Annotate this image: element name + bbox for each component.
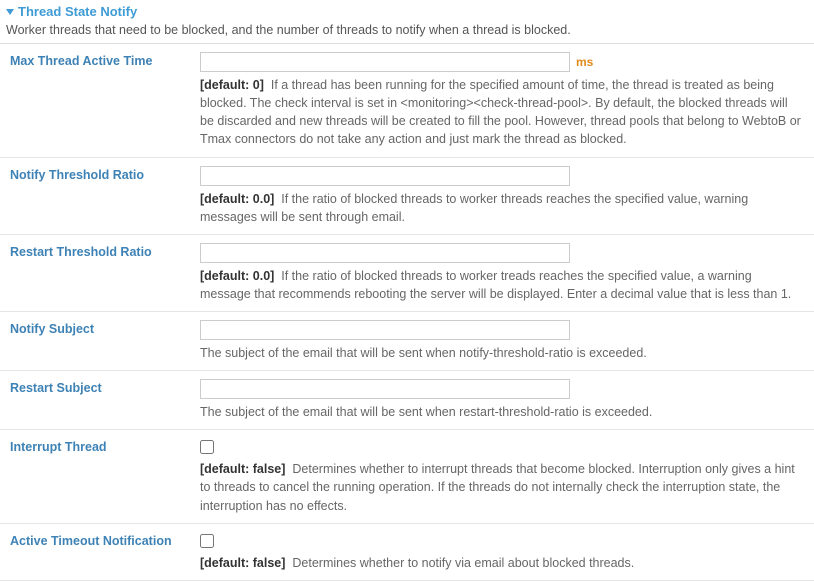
section-description: Worker threads that need to be blocked, … [6, 23, 808, 37]
input-notify-subject[interactable] [200, 320, 570, 340]
content-active-timeout-notification: [default: false] Determines whether to n… [200, 532, 808, 572]
row-notify-subject: Notify Subject The subject of the email … [0, 312, 814, 371]
label-restart-threshold-ratio: Restart Threshold Ratio [10, 243, 200, 259]
help-restart-subject: The subject of the email that will be se… [200, 403, 802, 421]
default-active-timeout-notification: [default: false] [200, 556, 285, 570]
row-notify-threshold-ratio: Notify Threshold Ratio [default: 0.0] If… [0, 158, 814, 235]
collapse-icon [6, 9, 14, 15]
input-notify-threshold-ratio[interactable] [200, 166, 570, 186]
input-restart-subject[interactable] [200, 379, 570, 399]
label-notify-threshold-ratio: Notify Threshold Ratio [10, 166, 200, 182]
helptext-max-thread-active-time: If a thread has been running for the spe… [200, 78, 801, 146]
helptext-active-timeout-notification: Determines whether to notify via email a… [292, 556, 634, 570]
content-interrupt-thread: [default: false] Determines whether to i… [200, 438, 808, 514]
default-interrupt-thread: [default: false] [200, 462, 285, 476]
unit-ms: ms [576, 55, 593, 69]
content-notify-threshold-ratio: [default: 0.0] If the ratio of blocked t… [200, 166, 808, 226]
label-restart-subject: Restart Subject [10, 379, 200, 395]
row-active-timeout-notification: Active Timeout Notification [default: fa… [0, 524, 814, 581]
help-notify-threshold-ratio: [default: 0.0] If the ratio of blocked t… [200, 190, 802, 226]
helptext-notify-threshold-ratio: If the ratio of blocked threads to worke… [200, 192, 748, 224]
label-notify-subject: Notify Subject [10, 320, 200, 336]
content-notify-subject: The subject of the email that will be se… [200, 320, 808, 362]
section-title-text: Thread State Notify [18, 4, 137, 19]
row-restart-subject: Restart Subject The subject of the email… [0, 371, 814, 430]
help-interrupt-thread: [default: false] Determines whether to i… [200, 460, 802, 514]
helptext-interrupt-thread: Determines whether to interrupt threads … [200, 462, 795, 512]
help-restart-threshold-ratio: [default: 0.0] If the ratio of blocked t… [200, 267, 802, 303]
help-active-timeout-notification: [default: false] Determines whether to n… [200, 554, 802, 572]
input-restart-threshold-ratio[interactable] [200, 243, 570, 263]
row-interrupt-thread: Interrupt Thread [default: false] Determ… [0, 430, 814, 523]
content-restart-subject: The subject of the email that will be se… [200, 379, 808, 421]
help-max-thread-active-time: [default: 0] If a thread has been runnin… [200, 76, 802, 149]
help-notify-subject: The subject of the email that will be se… [200, 344, 802, 362]
checkbox-active-timeout-notification[interactable] [200, 534, 214, 548]
default-max-thread-active-time: [default: 0] [200, 78, 264, 92]
input-max-thread-active-time[interactable] [200, 52, 570, 72]
checkbox-interrupt-thread[interactable] [200, 440, 214, 454]
helptext-restart-threshold-ratio: If the ratio of blocked threads to worke… [200, 269, 791, 301]
content-max-thread-active-time: ms [default: 0] If a thread has been run… [200, 52, 808, 149]
label-interrupt-thread: Interrupt Thread [10, 438, 200, 454]
content-restart-threshold-ratio: [default: 0.0] If the ratio of blocked t… [200, 243, 808, 303]
default-restart-threshold-ratio: [default: 0.0] [200, 269, 274, 283]
row-restart-threshold-ratio: Restart Threshold Ratio [default: 0.0] I… [0, 235, 814, 312]
label-max-thread-active-time: Max Thread Active Time [10, 52, 200, 68]
section-toggle[interactable]: Thread State Notify [6, 4, 808, 19]
row-max-thread-active-time: Max Thread Active Time ms [default: 0] I… [0, 44, 814, 158]
section-header: Thread State Notify Worker threads that … [0, 0, 814, 44]
label-active-timeout-notification: Active Timeout Notification [10, 532, 200, 548]
default-notify-threshold-ratio: [default: 0.0] [200, 192, 274, 206]
